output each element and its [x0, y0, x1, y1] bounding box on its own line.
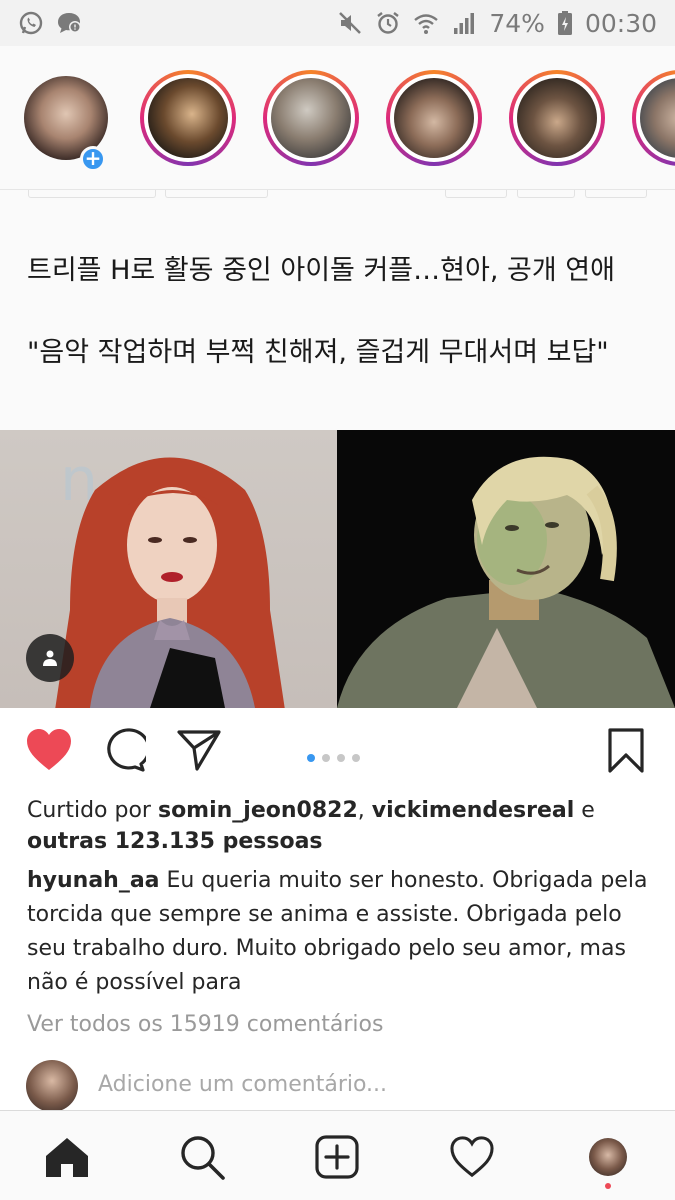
share-send-icon[interactable]	[176, 728, 222, 772]
story-item[interactable]	[263, 70, 359, 166]
search-icon	[181, 1136, 225, 1180]
divider	[28, 190, 156, 198]
post-actions-bar	[0, 710, 675, 790]
bottom-navigation	[0, 1110, 675, 1200]
story-item[interactable]	[632, 70, 675, 166]
battery-icon	[557, 11, 572, 35]
post-headline: 트리플 H로 활동 중인 아이돌 커플…현아, 공개 연애	[27, 255, 615, 286]
story-item[interactable]	[386, 70, 482, 166]
wifi-icon	[414, 14, 439, 34]
nav-activity[interactable]	[448, 1133, 496, 1181]
nav-home[interactable]	[43, 1133, 91, 1181]
person-icon	[43, 650, 57, 666]
like-heart-icon[interactable]	[25, 728, 73, 772]
likes-others-link[interactable]: outras 123.135 pessoas	[27, 829, 323, 854]
post-image-text-panel: 트리플 H로 활동 중인 아이돌 커플…현아, 공개 연애 "음악 작업하며 부…	[0, 190, 675, 430]
divider	[165, 190, 268, 198]
likes-separator: ,	[357, 798, 372, 823]
divider	[445, 190, 507, 198]
likes-and: e	[574, 798, 595, 823]
activity-heart-icon	[450, 1136, 494, 1178]
carousel-dot	[337, 754, 345, 762]
clock: 00:30	[584, 8, 657, 38]
profile-avatar	[589, 1138, 627, 1176]
story-item[interactable]	[140, 70, 236, 166]
alarm-icon	[377, 12, 400, 34]
liker-link[interactable]: vickimendesreal	[372, 798, 575, 823]
profile-notification-dot	[605, 1183, 611, 1189]
battery-percent: 74%	[489, 8, 545, 38]
caption-username[interactable]: hyunah_aa	[27, 868, 160, 893]
divider	[517, 190, 575, 198]
whatsapp-icon	[19, 11, 43, 35]
nav-profile[interactable]	[584, 1133, 632, 1181]
nav-new-post[interactable]	[313, 1133, 361, 1181]
user-tags-button[interactable]	[26, 634, 74, 682]
carousel-dot	[322, 754, 330, 762]
post-photo-carousel[interactable]: n	[0, 430, 675, 708]
story-item[interactable]	[509, 70, 605, 166]
liker-link[interactable]: somin_jeon0822	[158, 798, 358, 823]
chat-icon	[58, 13, 81, 33]
save-bookmark-icon[interactable]	[608, 728, 644, 774]
story-avatar	[271, 78, 351, 158]
home-icon	[46, 1138, 88, 1177]
likes-prefix: Curtido por	[27, 798, 158, 823]
comment-icon[interactable]	[102, 728, 146, 772]
post-subheadline: "음악 작업하며 부쩍 친해져, 즐겁게 무대서며 보답"	[27, 337, 609, 368]
photo-man	[337, 430, 675, 708]
add-story-icon[interactable]: +	[80, 146, 106, 172]
view-all-comments-link[interactable]: Ver todos os 15919 comentários	[27, 1012, 383, 1037]
new-post-icon	[315, 1135, 359, 1179]
carousel-indicator	[307, 754, 360, 762]
story-avatar	[148, 78, 228, 158]
status-bar: 74% 00:30	[0, 0, 675, 46]
post-caption: hyunah_aa Eu queria muito ser honesto. O…	[27, 864, 652, 1000]
nav-search[interactable]	[178, 1133, 226, 1181]
carousel-dot	[307, 754, 315, 762]
avatar	[26, 1060, 78, 1112]
mute-icon	[339, 12, 362, 34]
story-avatar	[640, 78, 675, 158]
divider	[585, 190, 647, 198]
signal-icon	[454, 13, 475, 34]
add-comment-row[interactable]: Adicione um comentário...	[0, 1058, 675, 1112]
comment-input[interactable]: Adicione um comentário...	[98, 1072, 387, 1097]
story-avatar	[394, 78, 474, 158]
carousel-dot	[352, 754, 360, 762]
likes-summary[interactable]: Curtido por somin_jeon0822, vickimendesr…	[27, 795, 652, 857]
story-avatar	[517, 78, 597, 158]
